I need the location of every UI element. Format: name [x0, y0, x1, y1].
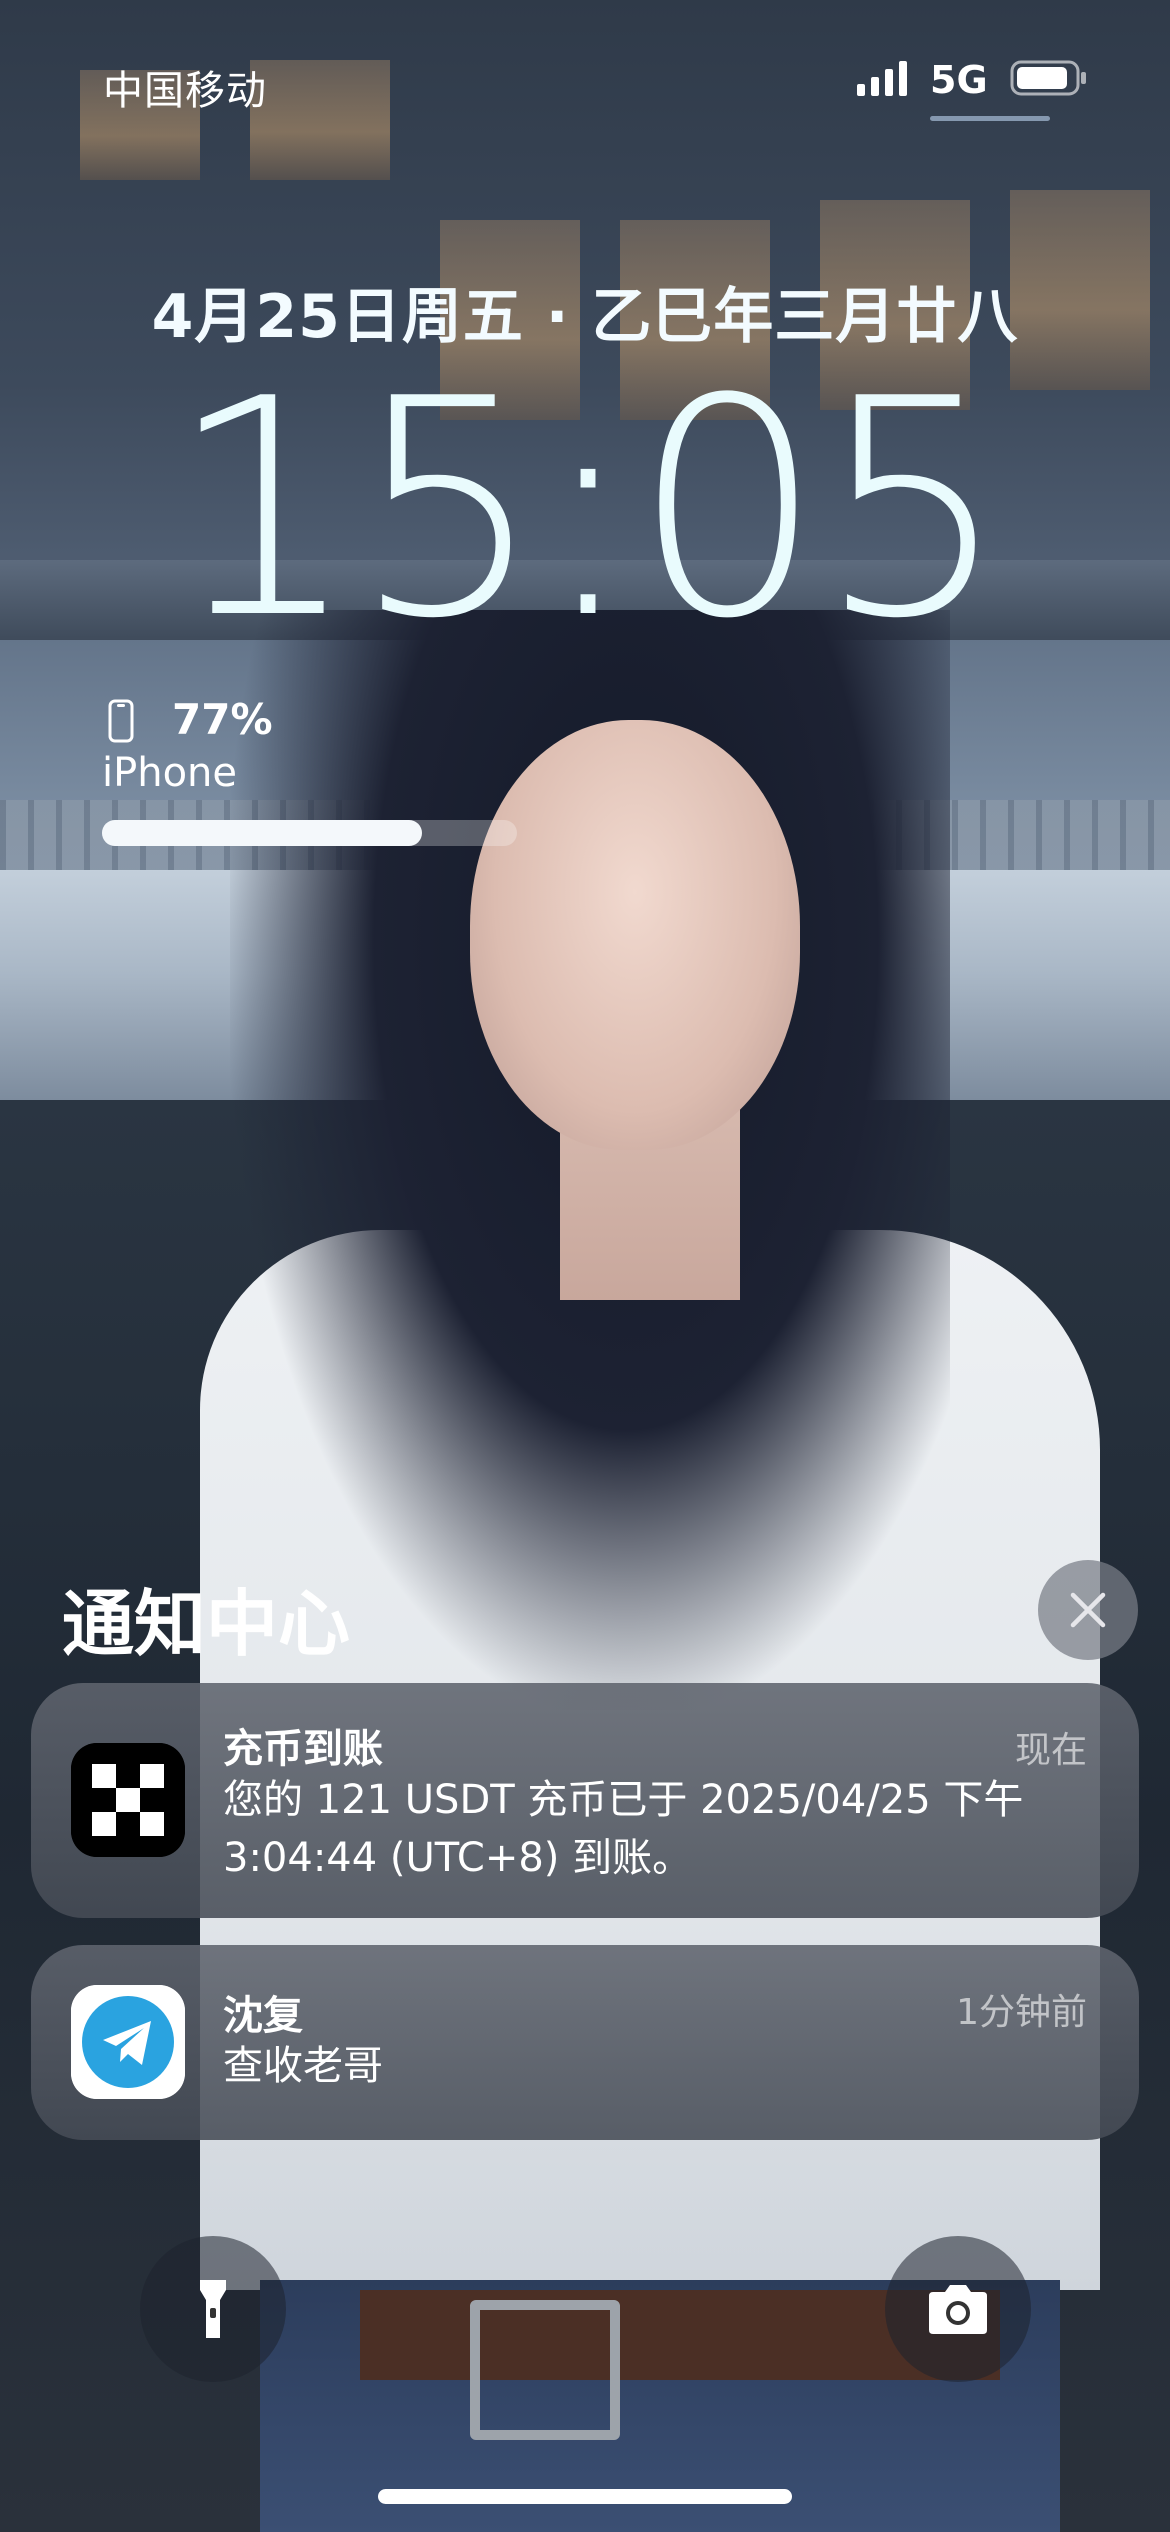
exchange-app-icon — [71, 1743, 185, 1857]
battery-icon — [1010, 60, 1086, 96]
notification-title: 沈复 — [223, 1993, 303, 2039]
battery-level-fill — [102, 820, 422, 846]
notification-body: 您的 121 USDT 充币已于 2025/04/25 下午 3:04:44 (… — [223, 1777, 1024, 1881]
battery-level-track — [102, 820, 517, 846]
battery-device-name: iPhone — [102, 750, 238, 796]
carrier-label: 中国移动 — [103, 68, 267, 114]
notification-time: 1分钟前 — [956, 1992, 1087, 2033]
status-bar: 中国移动 5G — [0, 0, 1170, 150]
notification-time: 现在 — [1014, 1730, 1087, 1771]
camera-button[interactable] — [885, 2236, 1031, 2382]
network-type-label: 5G — [930, 58, 988, 102]
signal-bars-icon — [857, 61, 907, 96]
flashlight-icon — [200, 2280, 226, 2338]
status-indicator-line — [930, 116, 1050, 121]
wallpaper-face — [470, 720, 800, 1150]
battery-widget[interactable]: 77% iPhone — [102, 695, 517, 855]
phone-icon — [108, 699, 134, 743]
notification-center-title: 通知中心 — [62, 1582, 351, 1666]
notification-card[interactable]: 充币到账 现在 您的 121 USDT 充币已于 2025/04/25 下午 3… — [31, 1683, 1139, 1918]
battery-percent: 77% — [172, 695, 273, 744]
telegram-icon — [71, 1985, 185, 2099]
wallpaper-buckle — [470, 2300, 620, 2440]
notification-title: 充币到账 — [223, 1726, 383, 1772]
notification-card[interactable]: 沈复 1分钟前 查收老哥 — [31, 1945, 1139, 2140]
flashlight-button[interactable] — [140, 2236, 286, 2382]
notification-body: 查收老哥 — [223, 2043, 383, 2089]
home-indicator[interactable] — [378, 2489, 792, 2504]
lock-clock: 15:05 — [167, 335, 1009, 684]
clear-notifications-button[interactable] — [1038, 1560, 1138, 1660]
close-icon — [1070, 1592, 1106, 1628]
camera-icon — [929, 2285, 987, 2334]
